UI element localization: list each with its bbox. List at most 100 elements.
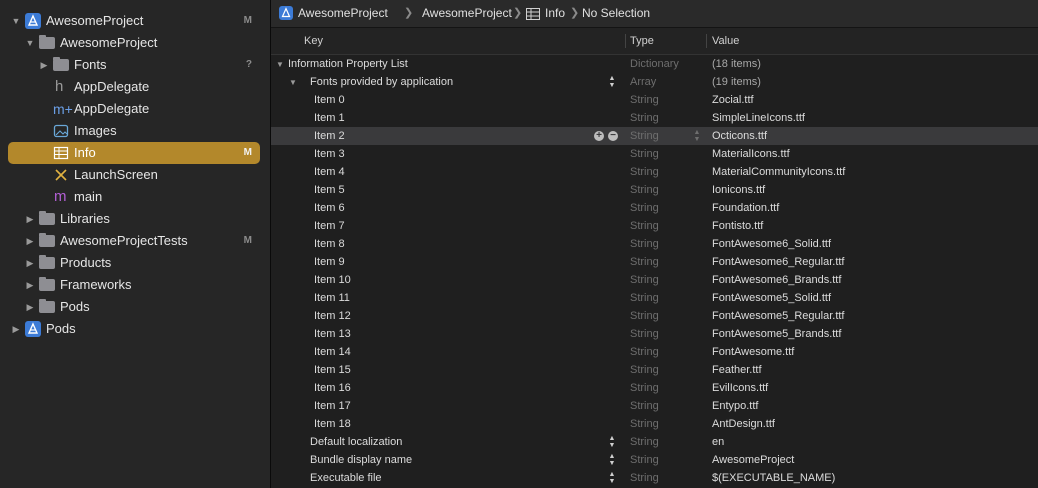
plist-value[interactable]: $(EXECUTABLE_NAME) [712, 472, 835, 485]
key-stepper-icon[interactable]: ▲ ▼ [607, 453, 617, 467]
chevron-down-icon[interactable]: ▼ [288, 76, 298, 89]
plist-type: String [630, 220, 659, 232]
plist-value[interactable]: MaterialCommunityIcons.ttf [712, 166, 845, 179]
chevron-right-icon[interactable]: ▶ [11, 323, 21, 335]
plist-row[interactable]: Item 6 String Foundation.ttf [271, 199, 1038, 217]
chevron-right-icon[interactable]: ▶ [25, 279, 35, 291]
type-stepper-icon[interactable]: ▲ ▼ [692, 129, 702, 143]
nav-item-launchscreen[interactable]: LaunchScreen [0, 164, 270, 186]
nav-item-info[interactable]: Info M [0, 142, 270, 164]
nav-item-awesomeproject-project[interactable]: ▼ AwesomeProject M [0, 10, 270, 32]
plist-row[interactable]: Item 3 String MaterialIcons.ttf [271, 145, 1038, 163]
nav-item-libraries[interactable]: ▶ Libraries [0, 208, 270, 230]
plist-value[interactable]: FontAwesome5_Regular.ttf [712, 310, 844, 323]
plist-row[interactable]: Item 9 String FontAwesome6_Regular.ttf [271, 253, 1038, 271]
plist-row[interactable]: Executable file ▲ ▼ String $(EXECUTABLE_N… [271, 469, 1038, 487]
plist-key: Item 16 [314, 382, 351, 394]
nav-item-products[interactable]: ▶ Products [0, 252, 270, 274]
plist-value[interactable]: en [712, 436, 724, 449]
plist-row[interactable]: Item 16 String EvilIcons.ttf [271, 379, 1038, 397]
column-header-key[interactable]: Key [304, 35, 323, 48]
plist-row[interactable]: Item 4 String MaterialCommunityIcons.ttf [271, 163, 1038, 181]
nav-item-awesomeproject-group[interactable]: ▼ AwesomeProject [0, 32, 270, 54]
plist-value[interactable]: FontAwesome6_Brands.ttf [712, 274, 841, 287]
plist-row[interactable]: Item 10 String FontAwesome6_Brands.ttf [271, 271, 1038, 289]
plist-row[interactable]: Item 15 String Feather.ttf [271, 361, 1038, 379]
plist-row[interactable]: Item 12 String FontAwesome5_Regular.ttf [271, 307, 1038, 325]
plist-value[interactable]: FontAwesome6_Solid.ttf [712, 238, 831, 251]
plist-row[interactable]: Item 5 String Ionicons.ttf [271, 181, 1038, 199]
plist-value[interactable]: Zocial.ttf [712, 94, 754, 107]
plist-value[interactable]: Feather.ttf [712, 364, 762, 377]
key-stepper-icon[interactable]: ▲ ▼ [607, 75, 617, 89]
plist-value[interactable]: AwesomeProject [712, 454, 794, 467]
plist-key: Item 10 [314, 274, 351, 286]
plist-value[interactable]: Fontisto.ttf [712, 220, 763, 233]
breadcrumb-item[interactable]: No Selection [582, 6, 650, 20]
plist-row[interactable]: Item 8 String FontAwesome6_Solid.ttf [271, 235, 1038, 253]
plist-value[interactable]: Ionicons.ttf [712, 184, 765, 197]
plist-row[interactable]: ▼ Information Property List Dictionary (… [271, 55, 1038, 73]
nav-item-appdelegate-h[interactable]: h AppDelegate [0, 76, 270, 98]
nav-item-main[interactable]: m main [0, 186, 270, 208]
remove-row-icon[interactable]: − [608, 131, 618, 141]
plist-value[interactable]: EvilIcons.ttf [712, 382, 768, 395]
add-row-icon[interactable]: + [594, 131, 604, 141]
scm-status-badge: M [243, 147, 252, 158]
breadcrumb-item[interactable]: AwesomeProject [422, 6, 512, 20]
nav-item-frameworks[interactable]: ▶ Frameworks [0, 274, 270, 296]
nav-item-fonts[interactable]: ▶ Fonts ? [0, 54, 270, 76]
plist-value[interactable]: FontAwesome.ttf [712, 346, 794, 359]
chevron-down-icon[interactable]: ▼ [275, 58, 285, 71]
nav-item-appdelegate-mm[interactable]: m+ AppDelegate [0, 98, 270, 120]
asset-catalog-icon [53, 123, 69, 139]
chevron-down-icon[interactable]: ▼ [25, 37, 35, 49]
column-divider[interactable] [625, 34, 626, 48]
nav-item-images[interactable]: Images [0, 120, 270, 142]
plist-row-selected[interactable]: Item 2 + − String ▲ ▼ Octicons.ttf [271, 127, 1038, 145]
plist-row[interactable]: Item 1 String SimpleLineIcons.ttf [271, 109, 1038, 127]
plist-value[interactable]: FontAwesome6_Regular.ttf [712, 256, 844, 269]
chevron-right-icon[interactable]: ▶ [25, 301, 35, 313]
breadcrumb-separator-icon: ❯ [570, 7, 580, 19]
plist-row[interactable]: Item 7 String Fontisto.ttf [271, 217, 1038, 235]
plist-row[interactable]: Default localization ▲ ▼ String en [271, 433, 1038, 451]
plist-type: Array [630, 76, 657, 88]
nav-item-label: AppDelegate [74, 79, 150, 94]
chevron-right-icon[interactable]: ▶ [25, 213, 35, 225]
nav-item-label: AppDelegate [74, 101, 150, 116]
plist-type[interactable]: String [630, 130, 659, 143]
plist-value[interactable]: Foundation.ttf [712, 202, 779, 215]
plist-row[interactable]: Bundle display name ▲ ▼ String AwesomePro… [271, 451, 1038, 469]
plist-value[interactable]: FontAwesome5_Solid.ttf [712, 292, 831, 305]
nav-item-awesomeprojecttests[interactable]: ▶ AwesomeProjectTests M [0, 230, 270, 252]
plist-row[interactable]: Item 18 String AntDesign.ttf [271, 415, 1038, 433]
plist-value[interactable]: FontAwesome5_Brands.ttf [712, 328, 841, 341]
plist-row[interactable]: Item 13 String FontAwesome5_Brands.ttf [271, 325, 1038, 343]
chevron-down-icon[interactable]: ▼ [11, 15, 21, 27]
breadcrumb: AwesomeProject ❯ AwesomeProject ❯ Info ❯… [271, 0, 1038, 28]
key-stepper-icon[interactable]: ▲ ▼ [607, 435, 617, 449]
plist-value[interactable]: Octicons.ttf [712, 130, 767, 143]
plist-row[interactable]: Item 17 String Entypo.ttf [271, 397, 1038, 415]
column-header-value[interactable]: Value [712, 35, 739, 48]
plist-value[interactable]: MaterialIcons.ttf [712, 148, 790, 161]
breadcrumb-item[interactable]: AwesomeProject [298, 6, 388, 20]
plist-row[interactable]: Item 0 String Zocial.ttf [271, 91, 1038, 109]
plist-row[interactable]: Item 11 String FontAwesome5_Solid.ttf [271, 289, 1038, 307]
plist-value[interactable]: AntDesign.ttf [712, 418, 775, 431]
nav-item-pods-project[interactable]: ▶ Pods [0, 318, 270, 340]
column-header-type[interactable]: Type [630, 35, 654, 48]
key-stepper-icon[interactable]: ▲ ▼ [607, 471, 617, 485]
plist-row[interactable]: ▼ Fonts provided by application ▲ ▼ Array… [271, 73, 1038, 91]
chevron-right-icon[interactable]: ▶ [25, 257, 35, 269]
nav-item-pods-group[interactable]: ▶ Pods [0, 296, 270, 318]
plist-value[interactable]: Entypo.ttf [712, 400, 758, 413]
plist-editor: AwesomeProject ❯ AwesomeProject ❯ Info ❯… [271, 0, 1038, 488]
chevron-right-icon[interactable]: ▶ [39, 59, 49, 71]
plist-value[interactable]: SimpleLineIcons.ttf [712, 112, 805, 125]
plist-row[interactable]: Item 14 String FontAwesome.ttf [271, 343, 1038, 361]
chevron-right-icon[interactable]: ▶ [25, 235, 35, 247]
breadcrumb-item[interactable]: Info [545, 6, 565, 20]
column-divider[interactable] [706, 34, 707, 48]
